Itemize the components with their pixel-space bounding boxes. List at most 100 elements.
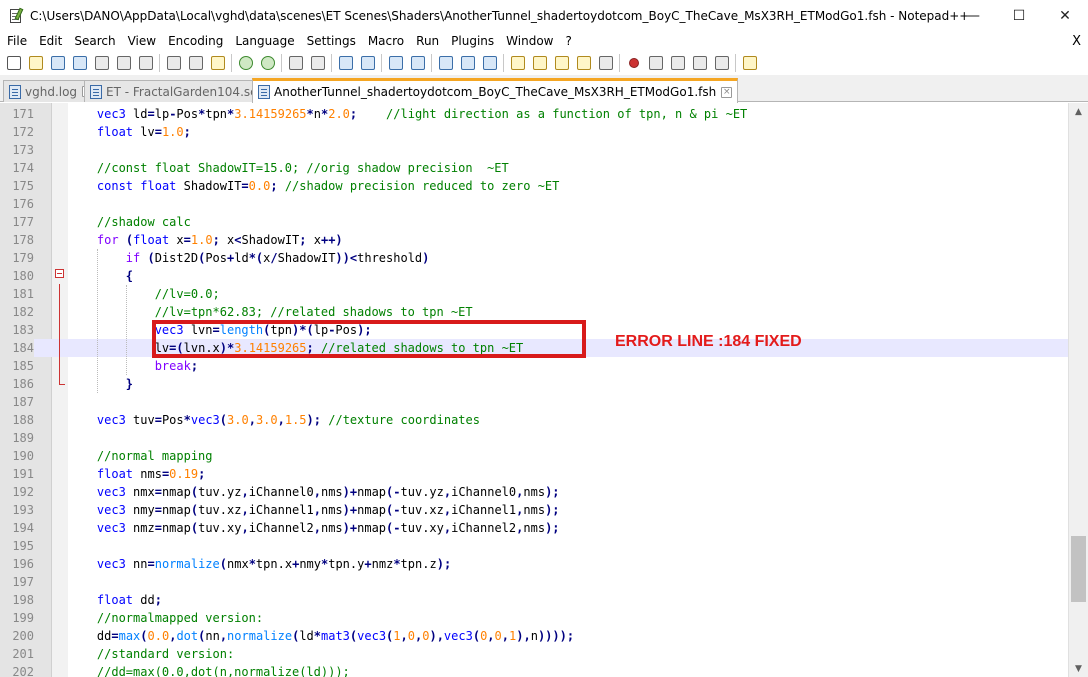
code-line[interactable]: 185 break;	[0, 357, 1068, 375]
code-line[interactable]: 190 //normal mapping	[0, 447, 1068, 465]
indent-guide-icon[interactable]	[480, 54, 499, 72]
code-text[interactable]: dd=max(0.0,dot(nn,normalize(ld*mat3(vec3…	[68, 627, 574, 645]
code-text[interactable]: const float ShadowIT=0.0; //shadow preci…	[68, 177, 559, 195]
save-icon[interactable]	[48, 54, 67, 72]
code-line[interactable]: 189	[0, 429, 1068, 447]
code-text[interactable]: //shadow calc	[68, 213, 191, 231]
function-list-icon[interactable]	[552, 54, 571, 72]
menu-plugins[interactable]: Plugins	[445, 32, 500, 51]
replace-icon[interactable]	[308, 54, 327, 72]
menu-edit[interactable]: Edit	[33, 32, 68, 51]
redo-icon[interactable]	[258, 54, 277, 72]
editor[interactable]: 171 vec3 ld=lp-Pos*tpn*3.14159265*n*2.0;…	[0, 103, 1088, 677]
code-line[interactable]: 194 vec3 nmz=nmap(tuv.xy,iChannel2,nms)+…	[0, 519, 1068, 537]
menu-file[interactable]: File	[0, 32, 33, 51]
copy-icon[interactable]	[186, 54, 205, 72]
code-line[interactable]: 181 //lv=0.0;	[0, 285, 1068, 303]
menu-language[interactable]: Language	[229, 32, 300, 51]
code-line[interactable]: 175 const float ShadowIT=0.0; //shadow p…	[0, 177, 1068, 195]
scroll-thumb[interactable]	[1071, 536, 1086, 602]
close-icon[interactable]	[92, 54, 111, 72]
run-macro-multiple-icon[interactable]	[690, 54, 709, 72]
undo-icon[interactable]	[236, 54, 255, 72]
code-text[interactable]: }	[68, 375, 133, 393]
code-text[interactable]: vec3 nn=normalize(nmx*tpn.x+nmy*tpn.y+nm…	[68, 555, 451, 573]
save-all-icon[interactable]	[70, 54, 89, 72]
code-line[interactable]: 186 }	[0, 375, 1068, 393]
record-macro-icon[interactable]	[624, 54, 643, 72]
code-line[interactable]: 195	[0, 537, 1068, 555]
close-document-button[interactable]: X	[1072, 32, 1081, 51]
stop-macro-icon[interactable]	[646, 54, 665, 72]
doc-map-icon[interactable]	[530, 54, 549, 72]
menu-settings[interactable]: Settings	[301, 32, 362, 51]
user-lang-icon[interactable]	[508, 54, 527, 72]
plugin-icon[interactable]	[740, 54, 759, 72]
menu-run[interactable]: Run	[410, 32, 445, 51]
code-line[interactable]: 174 //const float ShadowIT=15.0; //orig …	[0, 159, 1068, 177]
code-line[interactable]: 171 vec3 ld=lp-Pos*tpn*3.14159265*n*2.0;…	[0, 105, 1068, 123]
print-icon[interactable]	[136, 54, 155, 72]
code-line[interactable]: 196 vec3 nn=normalize(nmx*tpn.x+nmy*tpn.…	[0, 555, 1068, 573]
minimize-button[interactable]: —	[950, 0, 996, 32]
menu-window[interactable]: Window	[500, 32, 559, 51]
code-line[interactable]: 188 vec3 tuv=Pos*vec3(3.0,3.0,1.5); //te…	[0, 411, 1068, 429]
new-file-icon[interactable]	[4, 54, 23, 72]
code-line[interactable]: 179 if (Dist2D(Pos+ld*(x/ShadowIT))<thre…	[0, 249, 1068, 267]
code-line[interactable]: 180 {	[0, 267, 1068, 285]
scroll-down-button[interactable]: ▼	[1069, 660, 1088, 677]
monitoring-icon[interactable]	[596, 54, 615, 72]
code-line[interactable]: 173	[0, 141, 1068, 159]
maximize-button[interactable]: ☐	[996, 0, 1042, 32]
word-wrap-icon[interactable]	[436, 54, 455, 72]
code-text[interactable]: if (Dist2D(Pos+ld*(x/ShadowIT))<threshol…	[68, 249, 430, 267]
show-all-chars-icon[interactable]	[458, 54, 477, 72]
scroll-up-button[interactable]: ▲	[1069, 103, 1088, 120]
code-text[interactable]: for (float x=1.0; x<ShadowIT; x++)	[68, 231, 343, 249]
menu-view[interactable]: View	[122, 32, 162, 51]
zoom-in-icon[interactable]	[336, 54, 355, 72]
folder-workspace-icon[interactable]	[574, 54, 593, 72]
code-text[interactable]: vec3 nmx=nmap(tuv.yz,iChannel0,nms)+nmap…	[68, 483, 560, 501]
code-line[interactable]: 187	[0, 393, 1068, 411]
code-text[interactable]: //dd=max(0.0,dot(n,normalize(ld)));	[68, 663, 350, 677]
code-text[interactable]: vec3 ld=lp-Pos*tpn*3.14159265*n*2.0; //l…	[68, 105, 747, 123]
notepad-plus-plus-icon[interactable]	[8, 7, 24, 24]
find-icon[interactable]	[286, 54, 305, 72]
menu-macro[interactable]: Macro	[362, 32, 410, 51]
code-line[interactable]: 201 //standard version:	[0, 645, 1068, 663]
code-line[interactable]: 192 vec3 nmx=nmap(tuv.yz,iChannel0,nms)+…	[0, 483, 1068, 501]
code-text[interactable]: vec3 nmz=nmap(tuv.xy,iChannel2,nms)+nmap…	[68, 519, 560, 537]
code-line[interactable]: 202 //dd=max(0.0,dot(n,normalize(ld)));	[0, 663, 1068, 677]
code-text[interactable]: float dd;	[68, 591, 162, 609]
save-macro-icon[interactable]	[712, 54, 731, 72]
code-line[interactable]: 197	[0, 573, 1068, 591]
code-line[interactable]: 177 //shadow calc	[0, 213, 1068, 231]
cut-icon[interactable]	[164, 54, 183, 72]
open-file-icon[interactable]	[26, 54, 45, 72]
code-text[interactable]: break;	[68, 357, 198, 375]
code-line[interactable]: 198 float dd;	[0, 591, 1068, 609]
code-text[interactable]: //lv=tpn*62.83; //related shadows to tpn…	[68, 303, 473, 321]
code-line[interactable]: 193 vec3 nmy=nmap(tuv.xz,iChannel1,nms)+…	[0, 501, 1068, 519]
code-text[interactable]: //standard version:	[68, 645, 234, 663]
close-all-icon[interactable]	[114, 54, 133, 72]
code-line[interactable]: 200 dd=max(0.0,dot(nn,normalize(ld*mat3(…	[0, 627, 1068, 645]
code-lines[interactable]: 171 vec3 ld=lp-Pos*tpn*3.14159265*n*2.0;…	[0, 105, 1068, 677]
fold-toggle-icon[interactable]	[55, 269, 64, 278]
code-text[interactable]: vec3 nmy=nmap(tuv.xz,iChannel1,nms)+nmap…	[68, 501, 560, 519]
close-button[interactable]: ✕	[1042, 0, 1088, 32]
menu-search[interactable]: Search	[68, 32, 121, 51]
code-line[interactable]: 182 //lv=tpn*62.83; //related shadows to…	[0, 303, 1068, 321]
code-line[interactable]: 191 float nms=0.19;	[0, 465, 1068, 483]
menu-encoding[interactable]: Encoding	[162, 32, 229, 51]
code-text[interactable]: //normalmapped version:	[68, 609, 263, 627]
code-line[interactable]: 178 for (float x=1.0; x<ShadowIT; x++)	[0, 231, 1068, 249]
code-text[interactable]: //lv=0.0;	[68, 285, 220, 303]
code-text[interactable]: //normal mapping	[68, 447, 213, 465]
code-text[interactable]: //const float ShadowIT=15.0; //orig shad…	[68, 159, 509, 177]
sync-vertical-icon[interactable]	[386, 54, 405, 72]
code-line[interactable]: 176	[0, 195, 1068, 213]
code-text[interactable]: float nms=0.19;	[68, 465, 205, 483]
code-line[interactable]: 199 //normalmapped version:	[0, 609, 1068, 627]
